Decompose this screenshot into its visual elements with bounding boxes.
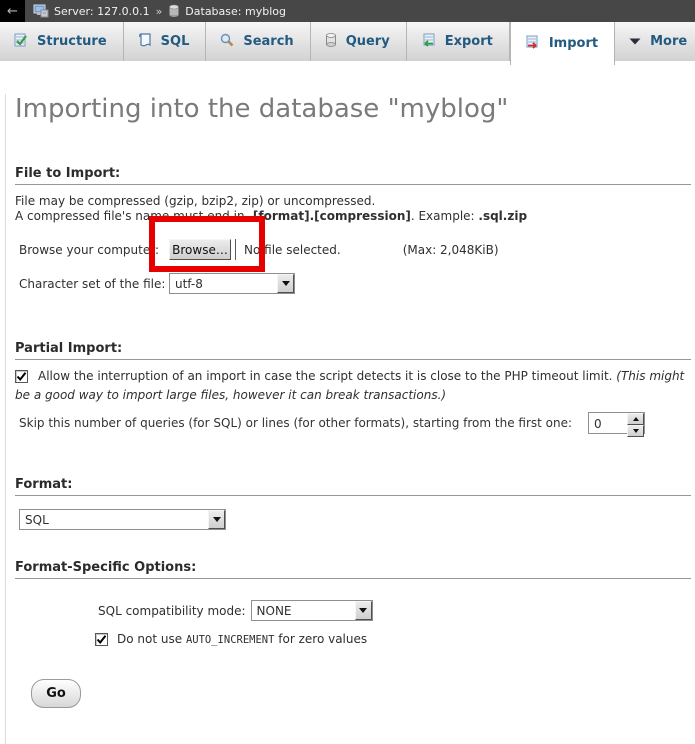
skip-queries-value: 0 bbox=[589, 413, 627, 433]
export-icon bbox=[420, 32, 437, 51]
no-file-selected-text: No file selected. bbox=[244, 243, 341, 257]
file-import-heading: File to Import: bbox=[15, 166, 691, 185]
tab-search[interactable]: Search bbox=[206, 22, 310, 61]
import-icon bbox=[524, 34, 541, 53]
back-arrow-icon: ← bbox=[7, 4, 18, 19]
breadcrumb-database-link[interactable]: Database: myblog bbox=[185, 5, 286, 18]
go-button[interactable]: Go bbox=[31, 679, 81, 708]
browse-row: Browse your computer: Browse… No file se… bbox=[19, 239, 692, 260]
allow-interruption-text: Allow the interruption of an import in c… bbox=[38, 369, 616, 383]
charset-label: Character set of the file: bbox=[19, 277, 169, 291]
main-content: Importing into the database "myblog" Fil… bbox=[5, 94, 695, 744]
structure-icon bbox=[13, 32, 29, 51]
chevron-down-icon bbox=[628, 35, 642, 49]
sql-compatibility-label: SQL compatibility mode: bbox=[98, 604, 246, 618]
charset-select[interactable]: utf-8 bbox=[169, 273, 295, 294]
sql-compatibility-value: NONE bbox=[252, 601, 355, 620]
tab-import[interactable]: Import bbox=[510, 22, 615, 65]
check-icon bbox=[16, 371, 27, 382]
page-title: Importing into the database "myblog" bbox=[15, 94, 692, 124]
tab-bar: Structure SQL Search bbox=[0, 22, 695, 61]
breadcrumb-server-link[interactable]: Server: 127.0.0.1 bbox=[54, 5, 150, 18]
spinner-buttons bbox=[627, 413, 644, 433]
skip-queries-label: Skip this number of queries (for SQL) or… bbox=[19, 416, 572, 430]
charset-select-value: utf-8 bbox=[170, 274, 277, 293]
dropdown-arrow-icon[interactable] bbox=[208, 510, 225, 529]
auto-increment-row: Do not use AUTO_INCREMENT for zero value… bbox=[95, 632, 692, 646]
format-specific-heading: Format-Specific Options: bbox=[15, 560, 691, 579]
tab-export-label: Export bbox=[445, 34, 493, 49]
browse-label: Browse your computer: bbox=[19, 243, 169, 257]
max-size-note: (Max: 2,048KiB) bbox=[403, 243, 499, 257]
sql-compatibility-row: SQL compatibility mode: NONE bbox=[98, 600, 692, 621]
auto-increment-text: Do not use AUTO_INCREMENT for zero value… bbox=[117, 632, 367, 646]
tab-structure[interactable]: Structure bbox=[0, 22, 124, 61]
tab-structure-label: Structure bbox=[37, 34, 107, 49]
skip-queries-input[interactable]: 0 bbox=[588, 412, 645, 434]
dropdown-arrow-icon[interactable] bbox=[355, 601, 372, 620]
partial-import-heading: Partial Import: bbox=[15, 341, 691, 360]
file-input-divider bbox=[235, 239, 236, 260]
query-icon bbox=[324, 32, 338, 51]
check-icon bbox=[96, 634, 107, 645]
allow-interruption-paragraph: Allow the interruption of an import in c… bbox=[15, 367, 692, 405]
file-import-notes: File may be compressed (gzip, bzip2, zip… bbox=[15, 194, 692, 224]
format-select-value: SQL bbox=[20, 510, 208, 529]
tab-sql-label: SQL bbox=[161, 34, 190, 49]
back-button[interactable]: ← bbox=[0, 0, 25, 22]
tab-export[interactable]: Export bbox=[407, 22, 510, 61]
tab-more-label: More bbox=[650, 34, 687, 49]
auto-increment-checkbox[interactable] bbox=[95, 633, 108, 646]
tab-more[interactable]: More bbox=[615, 22, 695, 61]
spinner-up-button[interactable] bbox=[627, 413, 644, 425]
breadcrumb: ← Server: 127.0.0.1 » Database: myblog bbox=[0, 0, 695, 22]
compression-note-line2: A compressed file's name must end in .[f… bbox=[15, 209, 692, 224]
allow-interruption-checkbox[interactable] bbox=[15, 370, 28, 383]
dropdown-arrow-icon[interactable] bbox=[277, 274, 294, 293]
tab-sql[interactable]: SQL bbox=[124, 22, 207, 61]
search-icon bbox=[219, 32, 235, 51]
tab-search-label: Search bbox=[243, 34, 293, 49]
auto-increment-code: AUTO_INCREMENT bbox=[186, 634, 275, 646]
server-icon bbox=[33, 4, 49, 19]
database-icon bbox=[168, 4, 180, 18]
breadcrumb-separator: » bbox=[155, 5, 164, 18]
sql-icon bbox=[137, 32, 153, 51]
tab-import-label: Import bbox=[549, 36, 598, 51]
compression-note-line1: File may be compressed (gzip, bzip2, zip… bbox=[15, 194, 692, 209]
skip-queries-row: Skip this number of queries (for SQL) or… bbox=[19, 412, 692, 434]
spinner-down-button[interactable] bbox=[627, 425, 644, 437]
format-select[interactable]: SQL bbox=[19, 509, 226, 530]
tab-query[interactable]: Query bbox=[311, 22, 407, 61]
format-heading: Format: bbox=[15, 477, 691, 496]
sql-compatibility-select[interactable]: NONE bbox=[251, 600, 373, 621]
phpmyadmin-window: ← Server: 127.0.0.1 » Database: myblog bbox=[0, 0, 695, 716]
tab-query-label: Query bbox=[346, 34, 390, 49]
charset-row: Character set of the file: utf-8 bbox=[19, 273, 692, 294]
browse-button[interactable]: Browse… bbox=[169, 239, 231, 260]
